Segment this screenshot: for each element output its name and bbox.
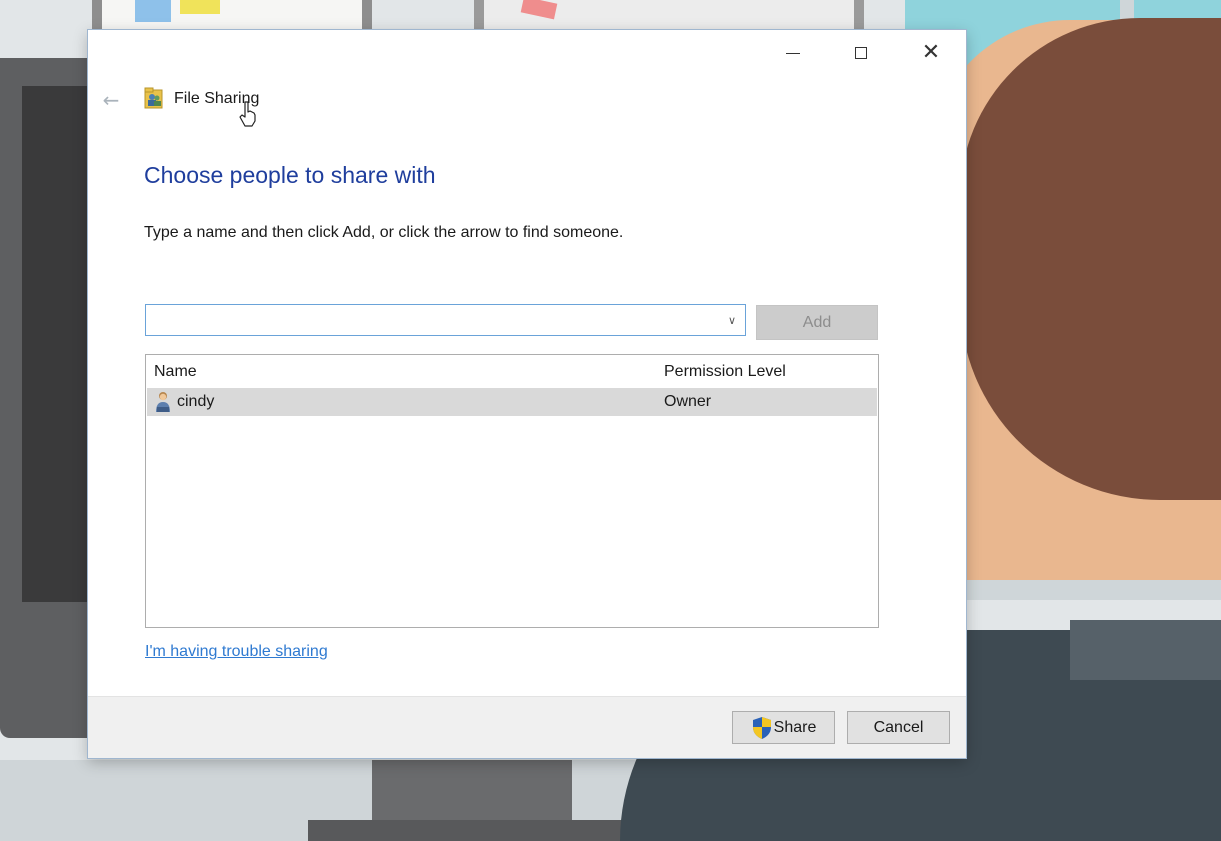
file-sharing-dialog: ✕ ← File Sharing Choose people to share …	[88, 30, 966, 758]
column-header-permission-level[interactable]: Permission Level	[664, 363, 786, 381]
shield-icon	[752, 716, 771, 739]
background-monitor-base	[308, 820, 638, 841]
name-combobox[interactable]: ∨	[145, 304, 746, 336]
permission-level[interactable]: Owner	[664, 393, 711, 411]
background-sticky-note	[135, 0, 171, 22]
background-person-collar	[1070, 620, 1221, 680]
cancel-button[interactable]: Cancel	[847, 711, 950, 744]
chevron-down-icon[interactable]: ∨	[719, 305, 745, 335]
people-list[interactable]: Name Permission Level cindy Owner	[145, 354, 879, 628]
close-button[interactable]: ✕	[908, 30, 954, 76]
maximize-button[interactable]	[838, 30, 884, 76]
back-arrow-icon: ←	[102, 88, 120, 112]
dialog-footer: Share Cancel	[88, 696, 966, 758]
mouse-cursor-icon	[239, 101, 256, 127]
background-sticky-note	[180, 0, 220, 14]
name-input[interactable]	[146, 305, 728, 335]
instructions-text: Type a name and then click Add, or click…	[144, 224, 624, 241]
trouble-sharing-link[interactable]: I'm having trouble sharing	[145, 643, 328, 661]
background-whiteboard	[92, 0, 372, 30]
file-sharing-icon	[144, 87, 163, 109]
share-button[interactable]: Share	[732, 711, 835, 744]
share-button-label: Share	[773, 718, 817, 736]
maximize-icon	[855, 47, 867, 59]
user-icon	[156, 392, 170, 412]
column-header-name[interactable]: Name	[154, 363, 197, 381]
user-name: cindy	[177, 393, 215, 410]
minimize-button[interactable]	[770, 30, 816, 76]
back-button[interactable]: ←	[98, 88, 124, 112]
desktop-scene: ✕ ← File Sharing Choose people to share …	[0, 0, 1221, 841]
page-title: Choose people to share with	[144, 162, 436, 188]
close-icon: ✕	[921, 40, 941, 65]
minimize-icon	[786, 52, 800, 54]
add-button[interactable]: Add	[756, 305, 878, 340]
table-row[interactable]: cindy Owner	[147, 388, 877, 416]
